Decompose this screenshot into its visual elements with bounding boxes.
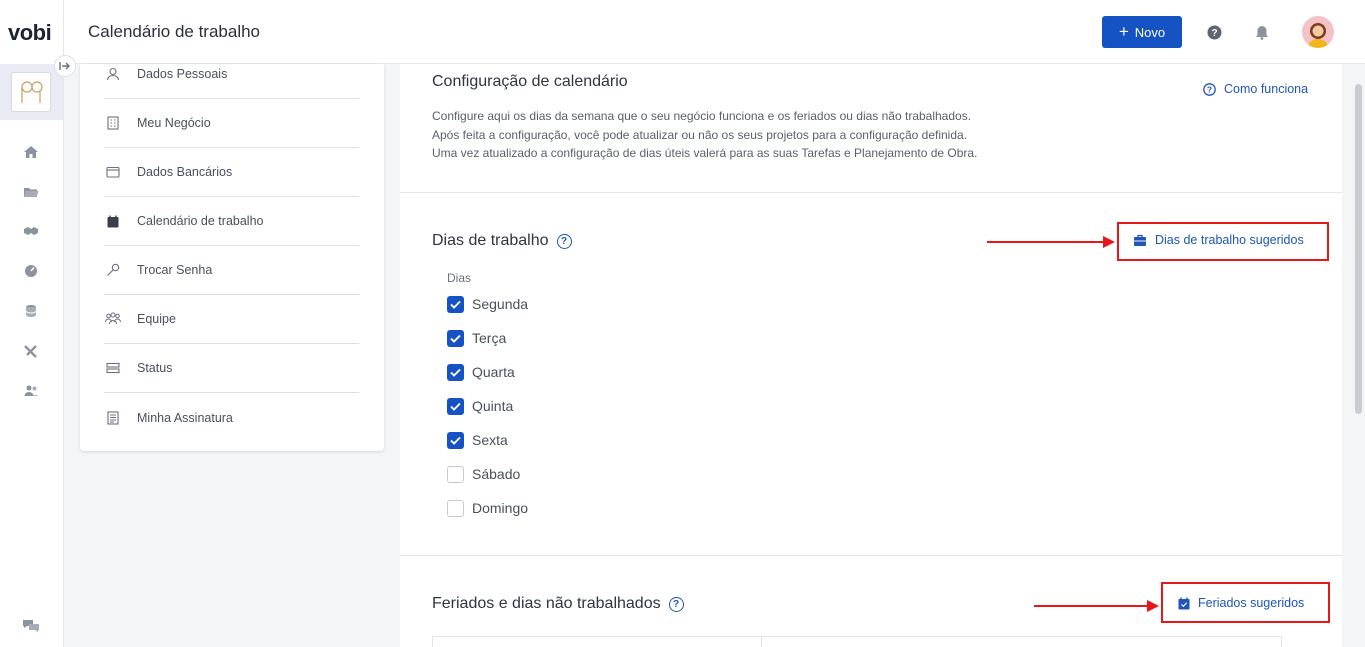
work-days-title: Dias de trabalho <box>432 232 549 249</box>
page-title: Calendário de trabalho <box>88 22 261 41</box>
database-icon[interactable] <box>20 300 42 322</box>
chat-icon[interactable] <box>20 614 42 636</box>
svg-text:?: ? <box>1207 84 1212 94</box>
wallet-icon <box>104 163 122 181</box>
day-checkbox-quinta[interactable]: Quinta <box>447 396 513 416</box>
svg-text:?: ? <box>1211 28 1217 39</box>
calendar-config-title: Configuração de calendário <box>432 73 628 90</box>
menu-item-my-business[interactable]: Meu Negócio <box>104 99 359 148</box>
day-checkbox-segunda[interactable]: Segunda <box>447 294 528 314</box>
handshake-icon[interactable] <box>20 220 42 242</box>
help-icon[interactable]: ? <box>1203 21 1225 43</box>
day-checkbox-sexta[interactable]: Sexta <box>447 430 508 450</box>
menu-item-personal-data[interactable]: Dados Pessoais <box>104 50 359 99</box>
days-label: Dias <box>447 271 472 285</box>
description-line: Configure aqui os dias da semana que o s… <box>432 109 972 123</box>
day-checkbox-sabado[interactable]: Sábado <box>447 464 520 484</box>
day-label: Segunda <box>472 296 529 312</box>
calendar-settings-panel: Configuração de calendário ? Como funcio… <box>400 64 1342 647</box>
scrollbar-thumb[interactable] <box>1355 84 1362 414</box>
new-button[interactable]: + Novo <box>1102 16 1182 48</box>
annotation-highlight-box <box>1117 222 1329 261</box>
annotation-arrow <box>987 236 1115 248</box>
annotation-highlight-box <box>1161 582 1330 623</box>
side-rail: vobi <box>0 0 64 647</box>
menu-item-team[interactable]: Equipe <box>104 295 359 344</box>
day-label: Quinta <box>472 398 514 414</box>
settings-menu: Dados Pessoais Meu Negócio Dados Bancári… <box>80 64 384 451</box>
dashboard-icon[interactable] <box>20 260 42 282</box>
day-checkbox-quarta[interactable]: Quarta <box>447 362 515 382</box>
menu-item-label: Meu Negócio <box>137 116 211 130</box>
how-it-works-link[interactable]: ? Como funciona <box>1203 82 1308 96</box>
user-avatar[interactable] <box>1302 16 1334 48</box>
divider <box>400 555 1342 556</box>
menu-item-change-password[interactable]: Trocar Senha <box>104 246 359 295</box>
company-logo <box>11 72 51 112</box>
users-icon[interactable] <box>20 380 42 402</box>
checkbox-checked-icon[interactable] <box>447 329 464 347</box>
menu-item-work-calendar[interactable]: Calendário de trabalho <box>104 197 359 246</box>
checkbox-unchecked-icon[interactable] <box>447 465 464 483</box>
holidays-table <box>432 636 1282 647</box>
user-icon <box>104 65 122 83</box>
team-icon <box>104 310 122 328</box>
new-button-label: Novo <box>1134 24 1166 40</box>
divider <box>400 192 1342 193</box>
day-label: Quarta <box>472 364 515 380</box>
menu-item-label: Status <box>137 361 173 375</box>
annotation-arrow <box>1034 600 1159 612</box>
tools-icon[interactable] <box>20 340 42 362</box>
company-switcher[interactable] <box>0 64 63 120</box>
description-line: Após feita a configuração, você pode atu… <box>432 127 968 142</box>
menu-item-my-subscription[interactable]: Minha Assinatura <box>104 393 359 442</box>
day-label: Sexta <box>472 432 508 448</box>
how-it-works-label: Como funciona <box>1224 82 1309 96</box>
calendar-config-description: Configure aqui os dias da semana que o s… <box>432 107 1132 163</box>
day-label: Domingo <box>472 500 529 516</box>
document-icon <box>104 409 122 427</box>
menu-item-label: Trocar Senha <box>137 263 213 277</box>
expand-sidebar-button[interactable] <box>54 55 76 77</box>
day-label: Sábado <box>472 466 521 482</box>
help-circle-icon: ? <box>1203 82 1216 96</box>
page-scrollbar[interactable] <box>1352 64 1365 647</box>
menu-item-label: Minha Assinatura <box>137 410 233 425</box>
menu-item-label: Dados Pessoais <box>137 67 228 81</box>
key-icon <box>104 261 122 279</box>
help-circle-icon[interactable]: ? <box>668 596 684 612</box>
checkbox-checked-icon[interactable] <box>447 295 464 313</box>
day-checkbox-domingo[interactable]: Domingo <box>447 498 528 518</box>
checkbox-checked-icon[interactable] <box>447 431 464 449</box>
menu-item-label: Equipe <box>137 312 176 326</box>
menu-item-status[interactable]: Status <box>104 344 359 393</box>
work-days-section-title: Dias de trabalho ? <box>432 232 572 250</box>
menu-item-label: Calendário de trabalho <box>137 214 264 228</box>
calendar-icon <box>104 212 122 230</box>
status-icon <box>104 359 122 377</box>
bell-icon[interactable] <box>1251 21 1273 43</box>
holidays-title: Feriados e dias não trabalhados <box>432 595 661 612</box>
menu-item-bank-data[interactable]: Dados Bancários <box>104 148 359 197</box>
menu-item-label: Dados Bancários <box>137 165 233 179</box>
help-circle-icon[interactable]: ? <box>556 233 572 249</box>
holidays-section-title: Feriados e dias não trabalhados ? <box>432 595 684 613</box>
app-logo[interactable]: vobi <box>8 20 52 46</box>
day-checkbox-terca[interactable]: Terça <box>447 328 506 348</box>
checkbox-checked-icon[interactable] <box>447 397 464 415</box>
home-icon[interactable] <box>20 141 42 163</box>
checkbox-checked-icon[interactable] <box>447 363 464 381</box>
building-icon <box>104 114 122 132</box>
description-line: Uma vez atualizado a configuração de dia… <box>432 146 978 160</box>
folder-icon[interactable] <box>20 181 42 203</box>
arrow-right-icon <box>59 62 70 70</box>
plus-icon: + <box>1118 21 1129 41</box>
checkbox-unchecked-icon[interactable] <box>447 499 464 517</box>
day-label: Terça <box>472 330 507 346</box>
